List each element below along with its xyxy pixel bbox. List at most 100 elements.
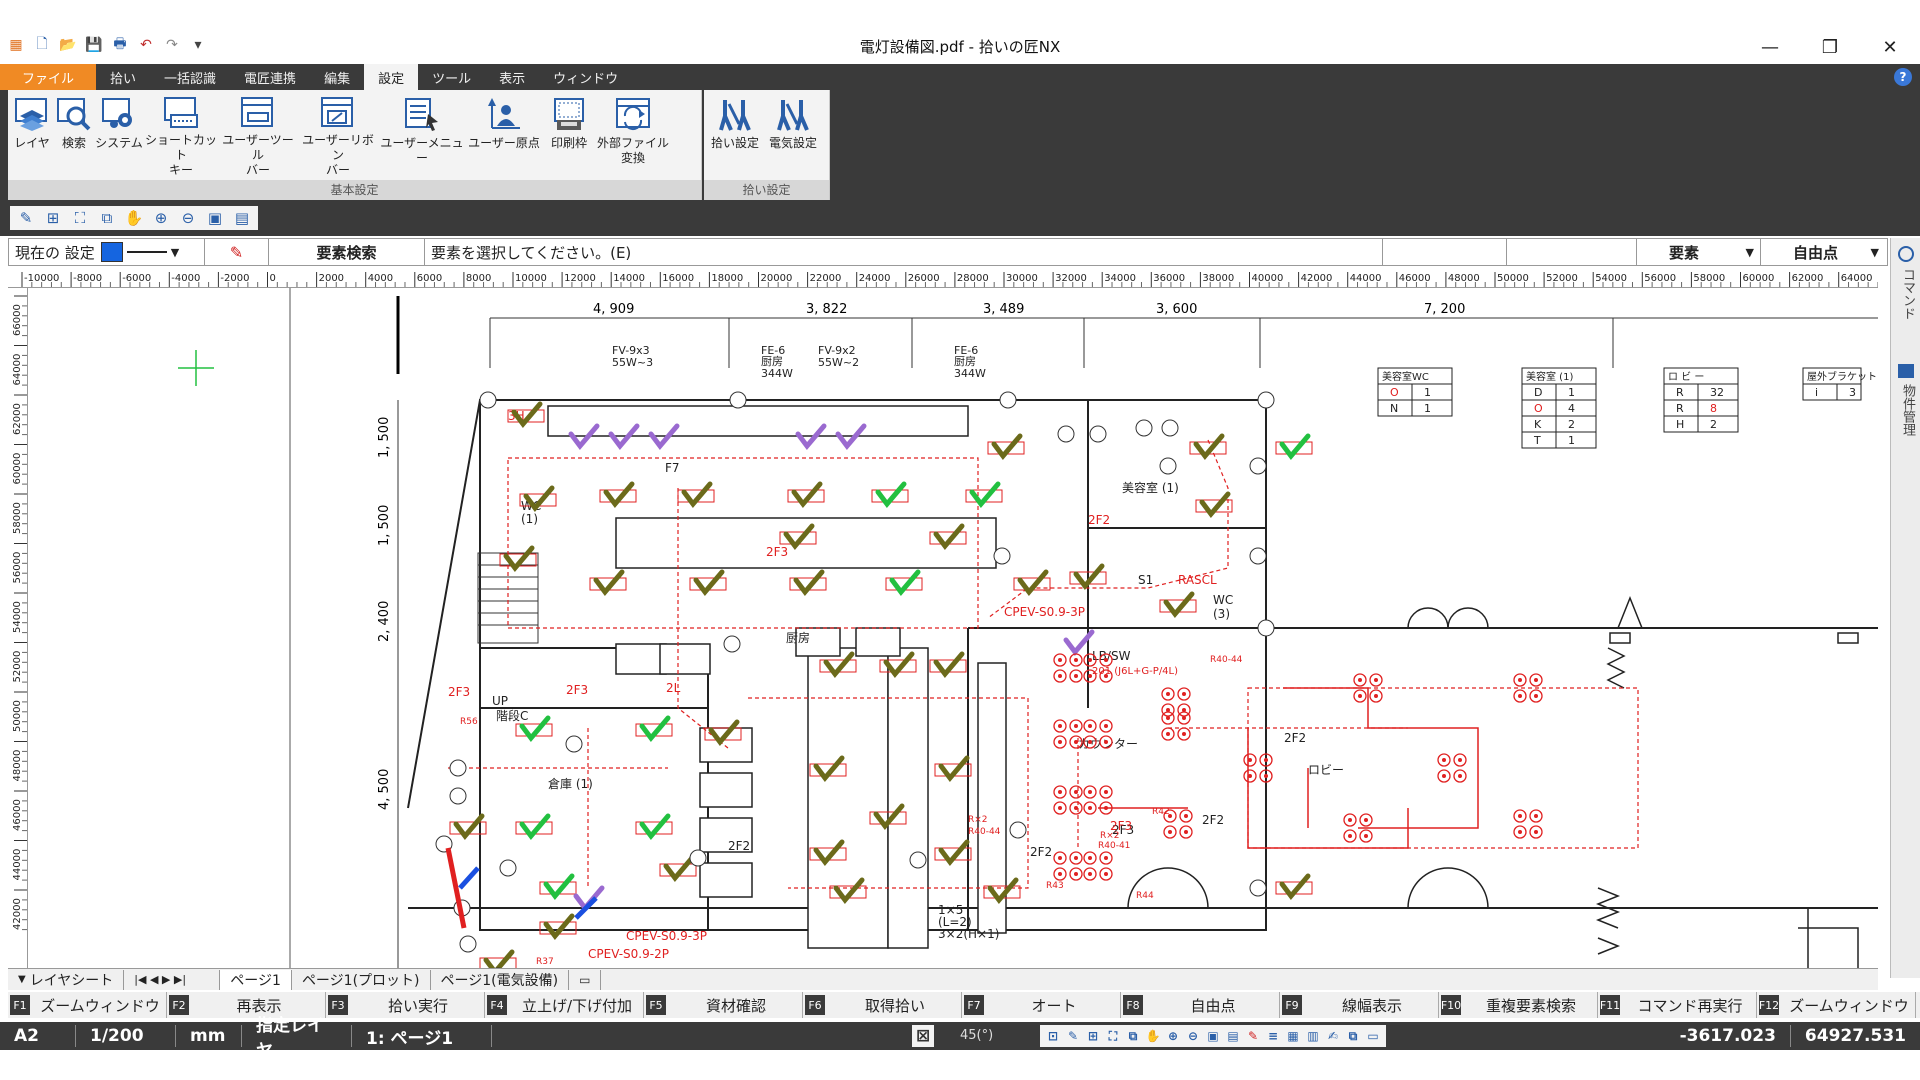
file-convert-button[interactable]: 外部ファイル 変換	[596, 94, 670, 178]
edit-note-icon[interactable]: ✍	[1324, 1027, 1342, 1045]
property-panel-tab[interactable]: 物件管理	[1895, 384, 1917, 436]
sheet-tab-page1[interactable]: ページ1	[220, 969, 292, 990]
user-menu-button[interactable]: ユーザーメニュー	[378, 94, 466, 178]
mode-select[interactable]: 要素 ▼	[1637, 239, 1761, 265]
status-paper[interactable]: A2	[0, 1025, 76, 1047]
zoom-in-icon[interactable]: ⊕	[1164, 1027, 1182, 1045]
sheet-nav[interactable]: |◀ ◀ ▶ ▶|	[124, 969, 221, 990]
legend-cell-count: 32	[1710, 386, 1724, 399]
fkey-f5[interactable]: F5 資材確認	[644, 992, 803, 1018]
fkey-f7[interactable]: F7 オート	[962, 992, 1121, 1018]
fkey-f10[interactable]: F10 重複要素検索	[1439, 992, 1598, 1018]
element-search-button[interactable]: 要素検索	[269, 239, 425, 265]
zoom-window-icon[interactable]: ⧉	[95, 207, 119, 229]
table-icon[interactable]: ▦	[1284, 1027, 1302, 1045]
tab-denshou-link[interactable]: 電匠連携	[230, 64, 310, 90]
tab-batch-recognize[interactable]: 一括認識	[150, 64, 230, 90]
zoom-out-icon[interactable]: ⊖	[176, 207, 200, 229]
system-button[interactable]: システム	[94, 94, 144, 178]
downlight-center	[1168, 814, 1172, 818]
fkey-f1[interactable]: F1 ズームウィンドウ	[8, 992, 167, 1018]
h-ruler-label: 36000	[1153, 273, 1185, 284]
snap-toggle-icon[interactable]: ⊠	[912, 1025, 935, 1047]
command-panel-tab[interactable]: コマンド	[1895, 268, 1917, 320]
tab-file[interactable]: ファイル	[0, 64, 97, 90]
property-panel-icon[interactable]	[1898, 364, 1914, 378]
link-icon[interactable]: ⧉	[1344, 1027, 1362, 1045]
fkey-f11[interactable]: F11 コマンド再実行	[1598, 992, 1757, 1018]
tab-pick[interactable]: 拾い	[96, 64, 150, 90]
ortho-icon[interactable]: ⊡	[1044, 1027, 1062, 1045]
fit-extent-icon[interactable]: ⛶	[1104, 1027, 1122, 1045]
pan-hand-icon[interactable]: ✋	[1144, 1027, 1162, 1045]
fkey-f8[interactable]: F8 自由点	[1121, 992, 1280, 1018]
search-button[interactable]: 検索	[54, 94, 94, 178]
device-symbol	[1089, 425, 1107, 443]
grid-icon[interactable]: ⊞	[1084, 1027, 1102, 1045]
zoom-window-icon[interactable]: ⧉	[1124, 1027, 1142, 1045]
pick-check-mark	[639, 715, 671, 743]
downlight-center	[1518, 830, 1522, 834]
redraw-icon[interactable]: ▣	[203, 207, 227, 229]
pick-settings-button[interactable]: 拾い設定	[706, 94, 764, 178]
redraw-icon[interactable]: ▣	[1204, 1027, 1222, 1045]
window-icon[interactable]: ▭	[1364, 1027, 1382, 1045]
h-ruler-label: 34000	[1104, 273, 1136, 284]
pen-icon[interactable]: ✎	[1064, 1027, 1082, 1045]
tab-settings[interactable]: 設定	[364, 64, 419, 90]
current-color-swatch[interactable]	[100, 242, 123, 262]
chevron-down-icon[interactable]: ▼	[171, 246, 179, 259]
legend-cell-count: 1	[1424, 386, 1431, 399]
zoom-in-icon[interactable]: ⊕	[149, 207, 173, 229]
zoom-out-icon[interactable]: ⊖	[1184, 1027, 1202, 1045]
shortcut-key-button[interactable]: ショートカット キー	[144, 94, 218, 178]
electric-settings-button[interactable]: 電気設定	[764, 94, 822, 178]
pan-hand-icon[interactable]: ✋	[122, 207, 146, 229]
snap-select[interactable]: 自由点 ▼	[1761, 239, 1885, 265]
layer-sheet-button[interactable]: ▼ レイヤシート	[8, 969, 125, 990]
status-angle[interactable]: 45(°)	[960, 1028, 993, 1043]
svg-text:RASCL: RASCL	[1178, 573, 1217, 587]
pen-color-button[interactable]: ✎	[205, 239, 269, 265]
fkey-f6[interactable]: F6 取得拾い	[803, 992, 962, 1018]
status-layer-mode[interactable]: 指定レイヤ	[242, 1016, 352, 1061]
status-page[interactable]: 1: ページ1	[352, 1025, 492, 1049]
tab-window[interactable]: ウィンドウ	[539, 64, 632, 90]
h-ruler-label: 32000	[1055, 273, 1087, 284]
layer-button[interactable]: レイヤ	[10, 94, 54, 178]
help-icon[interactable]: ?	[1894, 68, 1912, 86]
sheet-tab-page1-electric[interactable]: ページ1(電気設備)	[431, 969, 570, 990]
red-pen-icon[interactable]: ✎	[1244, 1027, 1262, 1045]
device-symbol	[1135, 419, 1153, 437]
grid-icon[interactable]: ⊞	[41, 207, 65, 229]
fkey-f3[interactable]: F3 拾い実行	[326, 992, 485, 1018]
pen-icon[interactable]: ✎	[14, 207, 38, 229]
v-ruler-label: 44000	[12, 849, 23, 881]
tab-edit[interactable]: 編集	[310, 64, 364, 90]
tab-view[interactable]: 表示	[485, 64, 539, 90]
fkey-f9[interactable]: F9 線幅表示	[1280, 992, 1439, 1018]
line-weight-icon[interactable]: ≡	[1264, 1027, 1282, 1045]
status-unit[interactable]: mm	[176, 1025, 242, 1047]
sheet-icon[interactable]: ▥	[1304, 1027, 1322, 1045]
fkey-f4[interactable]: F4 立上げ/下げ付加	[485, 992, 644, 1018]
fkey-f12[interactable]: F12 ズームウィンドウ	[1757, 992, 1916, 1018]
user-ribbon-button[interactable]: ユーザーリボン バー	[298, 94, 378, 178]
current-setting[interactable]: 現在の 設定 ▼	[9, 239, 205, 265]
page-view-icon[interactable]: ▤	[1224, 1027, 1242, 1045]
fit-extent-icon[interactable]: ⛶	[68, 207, 92, 229]
tab-tools[interactable]: ツール	[418, 64, 485, 90]
status-scale[interactable]: 1/200	[76, 1025, 176, 1047]
new-sheet-icon[interactable]: ▭	[569, 969, 602, 990]
minimize-button[interactable]: —	[1740, 32, 1800, 62]
print-frame-button[interactable]: 印刷枠	[542, 94, 596, 178]
restore-button[interactable]: ❐	[1800, 32, 1860, 62]
user-toolbar-button[interactable]: ユーザーツール バー	[218, 94, 298, 178]
drawing-canvas[interactable]: 4, 909 3, 822 3, 489 3, 600 7, 200 1, 50…	[28, 288, 1878, 968]
command-panel-icon[interactable]	[1898, 246, 1914, 262]
page-view-icon[interactable]: ▤	[230, 207, 254, 229]
close-button[interactable]: ✕	[1860, 32, 1920, 62]
sheet-tab-page1-plot[interactable]: ページ1(プロット)	[292, 969, 431, 990]
user-origin-button[interactable]: ユーザー原点	[466, 94, 542, 178]
svg-text:3×2(H×1): 3×2(H×1)	[938, 927, 999, 941]
